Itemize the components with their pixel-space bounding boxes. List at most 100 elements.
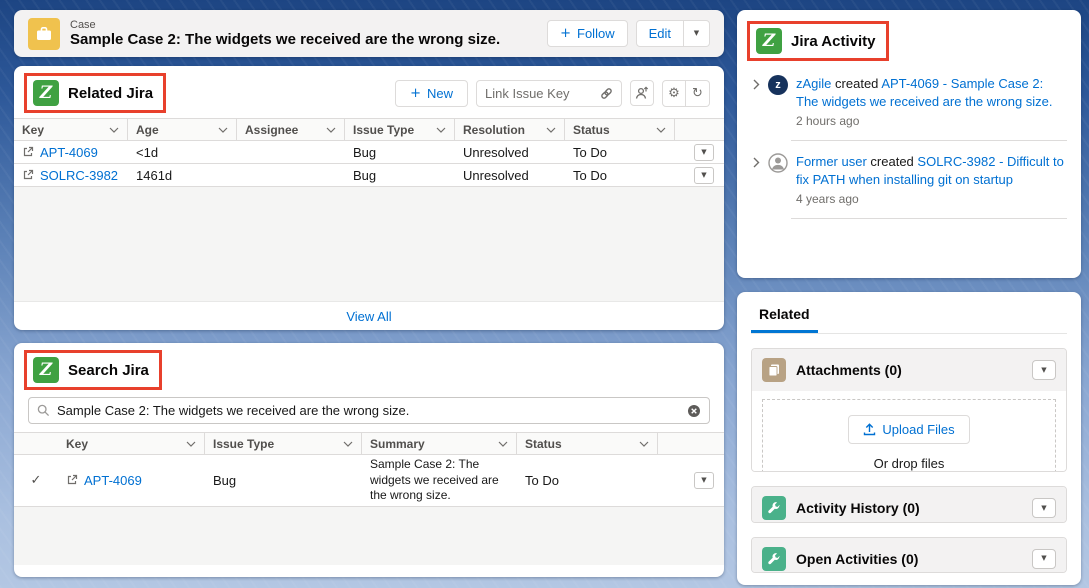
column-label: Issue Type bbox=[353, 123, 414, 137]
search-jira-title: Search Jira bbox=[68, 362, 149, 379]
avatar-letter: z bbox=[775, 79, 781, 91]
jira-activity-card: Z Jira Activity z zAgile created APT-406… bbox=[737, 10, 1081, 278]
column-header-key[interactable]: Key bbox=[58, 433, 205, 454]
activity-item: Former user created SOLRC-3982 - Difficu… bbox=[751, 149, 1067, 214]
search-input[interactable] bbox=[57, 403, 680, 418]
column-label: Key bbox=[66, 437, 88, 451]
chevron-down-icon: ▼ bbox=[1041, 555, 1046, 562]
new-label: New bbox=[427, 86, 453, 101]
wrench-glyph bbox=[767, 501, 781, 515]
chevron-down-icon: ▼ bbox=[1041, 505, 1046, 512]
case-header-card: Case Sample Case 2: The widgets we recei… bbox=[14, 10, 724, 57]
collapse-open-activities-button[interactable]: ▼ bbox=[1032, 549, 1056, 569]
column-header-status[interactable]: Status bbox=[517, 433, 658, 454]
column-header-issue-type[interactable]: Issue Type bbox=[345, 119, 455, 140]
chevron-down-icon bbox=[109, 127, 119, 133]
search-table-header: Key Issue Type Summary Status bbox=[14, 432, 724, 455]
chevron-down-icon bbox=[656, 127, 666, 133]
edit-dropdown-button[interactable]: ▼ bbox=[684, 20, 710, 47]
search-field[interactable] bbox=[28, 397, 710, 424]
chevron-down-icon bbox=[218, 127, 228, 133]
chevron-right-icon[interactable] bbox=[753, 157, 760, 168]
column-header-resolution[interactable]: Resolution bbox=[455, 119, 565, 140]
entity-label: Case bbox=[70, 19, 547, 31]
follow-button[interactable]: + Follow bbox=[547, 20, 627, 47]
row-actions-button[interactable]: ▼ bbox=[694, 472, 714, 489]
related-jira-table-header: Key Age Assignee Issue Type Resolution S… bbox=[14, 118, 724, 141]
divider bbox=[791, 218, 1067, 219]
upload-files-button[interactable]: Upload Files bbox=[848, 415, 969, 444]
external-link-icon bbox=[22, 169, 34, 181]
case-icon bbox=[28, 18, 60, 50]
file-dropzone[interactable]: Upload Files Or drop files bbox=[762, 399, 1056, 472]
open-activities-header: Open Activities (0) ▼ bbox=[752, 538, 1066, 573]
chevron-down-icon bbox=[436, 127, 446, 133]
empty-table-area bbox=[14, 507, 724, 565]
chevron-down-icon bbox=[498, 441, 508, 447]
search-jira-card: Z Search Jira Key Issue Type Summ bbox=[14, 343, 724, 577]
collapse-activity-history-button[interactable]: ▼ bbox=[1032, 498, 1056, 518]
collapse-attachments-button[interactable]: ▼ bbox=[1032, 360, 1056, 380]
chevron-down-icon bbox=[546, 127, 556, 133]
summary-cell: Sample Case 2: The widgets we received a… bbox=[362, 455, 517, 506]
column-header-issue-type[interactable]: Issue Type bbox=[205, 433, 362, 454]
external-link-icon bbox=[22, 146, 34, 158]
column-label: Resolution bbox=[463, 123, 525, 137]
actor-link[interactable]: zAgile bbox=[796, 76, 831, 91]
column-label: Assignee bbox=[245, 123, 298, 137]
column-header-actions bbox=[658, 433, 724, 454]
edit-button[interactable]: Edit bbox=[636, 20, 684, 47]
table-row: SOLRC-3982 1461d Bug Unresolved To Do ▼ bbox=[14, 164, 724, 187]
chevron-down-icon bbox=[186, 441, 196, 447]
upload-icon bbox=[863, 423, 876, 436]
column-label: Status bbox=[525, 437, 562, 451]
zagile-icon: Z bbox=[756, 28, 782, 54]
attachments-title: Attachments (0) bbox=[796, 362, 902, 378]
new-button[interactable]: + New bbox=[395, 80, 468, 107]
link-issue-key-input[interactable] bbox=[485, 86, 600, 101]
divider bbox=[791, 140, 1067, 141]
issue-key-link[interactable]: APT-4069 bbox=[40, 145, 98, 160]
row-actions-button[interactable]: ▼ bbox=[694, 144, 714, 161]
search-icon bbox=[37, 404, 50, 417]
issue-key-link[interactable]: APT-4069 bbox=[84, 473, 142, 488]
external-link-icon bbox=[66, 474, 78, 486]
zagile-icon: Z bbox=[33, 357, 59, 383]
issue-type-cell: Bug bbox=[345, 168, 455, 183]
selected-check-icon[interactable]: ✓ bbox=[31, 473, 42, 488]
zagile-z-glyph: Z bbox=[40, 360, 52, 380]
column-label: Status bbox=[573, 123, 610, 137]
chevron-down-icon bbox=[326, 127, 336, 133]
chevron-down-icon bbox=[639, 441, 649, 447]
change-owner-button[interactable] bbox=[630, 80, 654, 106]
tab-related[interactable]: Related bbox=[751, 304, 818, 333]
chevron-right-icon[interactable] bbox=[753, 79, 760, 90]
column-label: Age bbox=[136, 123, 159, 137]
refresh-button[interactable]: ↻ bbox=[686, 80, 710, 107]
activity-history-header: Activity History (0) ▼ bbox=[752, 487, 1066, 522]
empty-table-area bbox=[14, 187, 724, 301]
column-header-assignee[interactable]: Assignee bbox=[237, 119, 345, 140]
activity-item: z zAgile created APT-4069 - Sample Case … bbox=[751, 71, 1067, 136]
follow-label: Follow bbox=[577, 26, 615, 41]
gear-icon: ⚙ bbox=[668, 86, 680, 101]
annotation-box: Z Search Jira bbox=[24, 350, 162, 390]
zagile-z-glyph: Z bbox=[40, 83, 52, 103]
open-activities-section: Open Activities (0) ▼ bbox=[751, 537, 1067, 573]
settings-button[interactable]: ⚙ bbox=[662, 80, 686, 107]
column-header-status[interactable]: Status bbox=[565, 119, 675, 140]
column-header-age[interactable]: Age bbox=[128, 119, 237, 140]
clear-search-icon[interactable] bbox=[687, 404, 701, 418]
link-issue-key-field[interactable] bbox=[476, 80, 622, 107]
chevron-down-icon: ▼ bbox=[1041, 367, 1046, 374]
row-actions-button[interactable]: ▼ bbox=[694, 167, 714, 184]
column-header-key[interactable]: Key bbox=[14, 119, 128, 140]
chevron-down-icon: ▼ bbox=[701, 149, 706, 156]
chevron-down-icon: ▼ bbox=[694, 30, 699, 37]
issue-key-link[interactable]: SOLRC-3982 bbox=[40, 168, 118, 183]
actor-link[interactable]: Former user bbox=[796, 154, 867, 169]
refresh-icon: ↻ bbox=[692, 86, 703, 101]
age-cell: 1461d bbox=[128, 168, 237, 183]
view-all-link[interactable]: View All bbox=[346, 309, 391, 324]
column-header-summary[interactable]: Summary bbox=[362, 433, 517, 454]
